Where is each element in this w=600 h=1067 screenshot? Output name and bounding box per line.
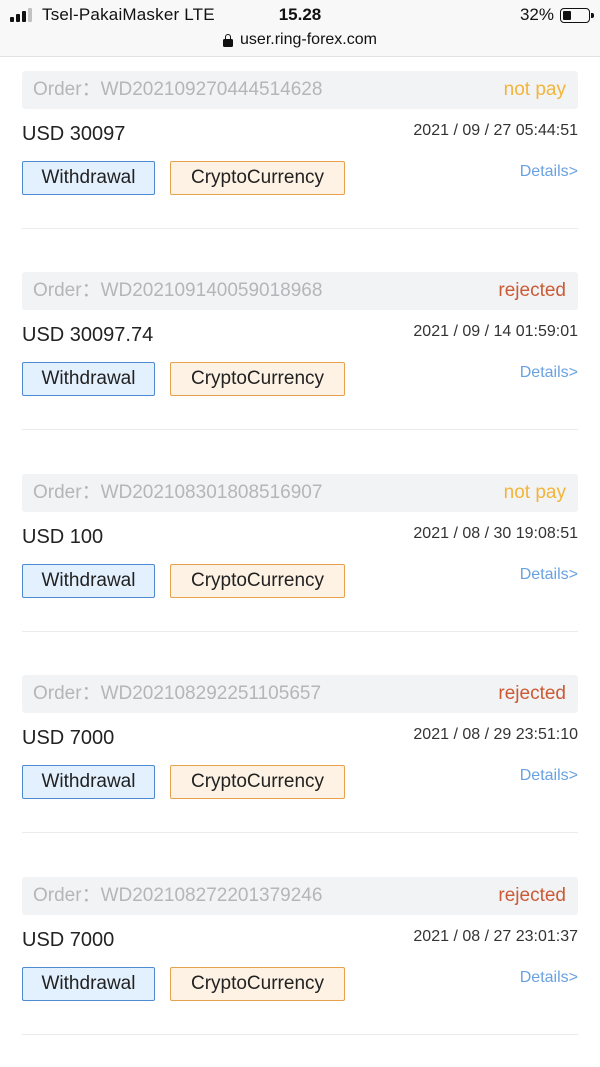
order-header: Order：WD202108272201379246 rejected <box>22 877 578 915</box>
order-card: Order：WD202109270444514628 not pay USD 3… <box>22 71 578 229</box>
order-type-tag: Withdrawal <box>22 765 155 799</box>
payment-method-tag: CryptoCurrency <box>170 967 345 1001</box>
order-amount: USD 7000 <box>22 929 115 951</box>
order-status: not pay <box>503 79 566 100</box>
details-link[interactable]: Details> <box>520 969 578 987</box>
details-link[interactable]: Details> <box>520 566 578 584</box>
order-header: Order：WD202108292251105657 rejected <box>22 675 578 713</box>
order-status: rejected <box>498 280 566 301</box>
order-number: Order：WD202108272201379246 <box>33 885 323 906</box>
order-number: Order：WD202108292251105657 <box>33 683 322 704</box>
order-card: Order：WD202108272201379246 rejected USD … <box>22 877 578 1035</box>
order-datetime: 2021 / 08 / 30 19:08:51 <box>413 525 578 542</box>
order-datetime: 2021 / 08 / 29 23:51:10 <box>413 726 578 743</box>
status-time: 15.28 <box>278 5 322 24</box>
order-amount: USD 7000 <box>22 727 115 749</box>
order-header: Order：WD202108301808516907 not pay <box>22 474 578 512</box>
order-number: Order：WD202108301808516907 <box>33 482 323 503</box>
order-card: Order：WD202108301808516907 not pay USD 1… <box>22 474 578 632</box>
order-type-tag: Withdrawal <box>22 362 155 396</box>
battery-icon <box>560 8 594 23</box>
order-type-tag: Withdrawal <box>22 161 155 195</box>
address-bar[interactable]: user.ring-forex.com <box>0 30 600 57</box>
details-link[interactable]: Details> <box>520 163 578 181</box>
payment-method-tag: CryptoCurrency <box>170 765 345 799</box>
order-status: rejected <box>498 885 566 906</box>
order-header: Order：WD202109270444514628 not pay <box>22 71 578 109</box>
details-link[interactable]: Details> <box>520 767 578 785</box>
order-status: rejected <box>498 683 566 704</box>
order-amount: USD 100 <box>22 526 104 548</box>
payment-method-tag: CryptoCurrency <box>170 564 345 598</box>
order-amount: USD 30097.74 <box>22 324 154 346</box>
order-amount: USD 30097 <box>22 123 126 145</box>
order-number: Order：WD202109270444514628 <box>33 79 323 100</box>
details-link[interactable]: Details> <box>520 364 578 382</box>
order-card: Order：WD202109140059018968 rejected USD … <box>22 272 578 430</box>
battery-percent: 32% <box>519 5 554 24</box>
order-header: Order：WD202109140059018968 rejected <box>22 272 578 310</box>
url-text[interactable]: user.ring-forex.com <box>240 31 377 49</box>
status-bar: Tsel-PakaiMasker LTE 15.28 32% <box>0 0 600 30</box>
order-type-tag: Withdrawal <box>22 967 155 1001</box>
order-card: Order：WD202108292251105657 rejected USD … <box>22 675 578 833</box>
lock-icon <box>223 33 234 47</box>
payment-method-tag: CryptoCurrency <box>170 362 345 396</box>
order-type-tag: Withdrawal <box>22 564 155 598</box>
order-status: not pay <box>503 482 566 503</box>
order-datetime: 2021 / 09 / 14 01:59:01 <box>413 323 578 340</box>
order-datetime: 2021 / 09 / 27 05:44:51 <box>413 122 578 139</box>
order-number: Order：WD202109140059018968 <box>33 280 323 301</box>
order-datetime: 2021 / 08 / 27 23:01:37 <box>413 928 578 945</box>
payment-method-tag: CryptoCurrency <box>170 161 345 195</box>
